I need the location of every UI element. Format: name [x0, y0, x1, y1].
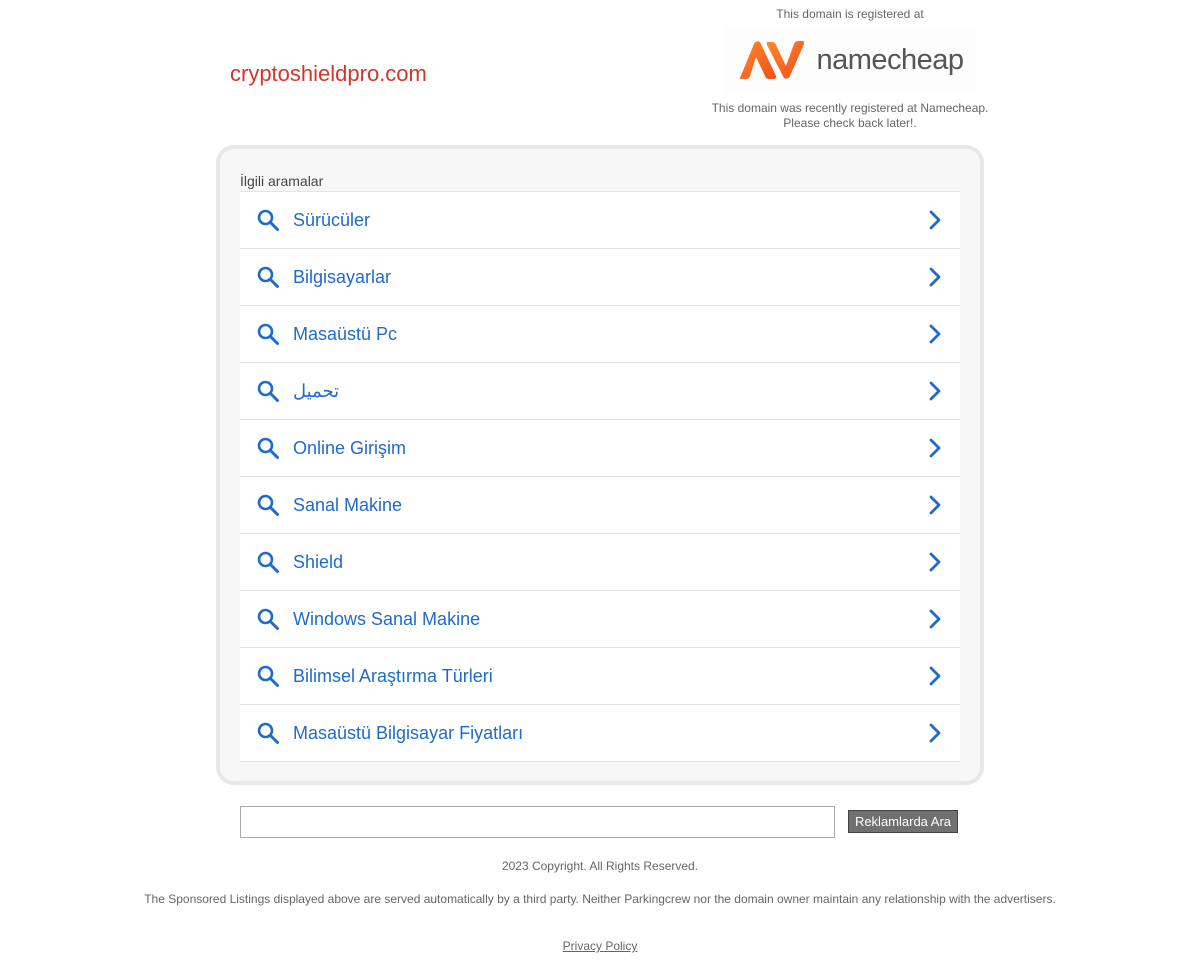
- related-search-item[interactable]: تحميل: [240, 363, 960, 420]
- search-icon: [257, 380, 279, 402]
- related-search-label: Masaüstü Pc: [293, 323, 398, 344]
- related-search-label: Shield: [293, 551, 344, 572]
- search-icon: [257, 323, 279, 345]
- related-searches-list: Sürücüler Bilgisayarlar Masaüstü Pc تحمي…: [240, 191, 960, 762]
- search-icon: [257, 551, 279, 573]
- related-search-label: Windows Sanal Makine: [293, 608, 481, 629]
- namecheap-logo[interactable]: namecheap: [725, 27, 975, 93]
- registrar-message: This domain was recently registered at N…: [700, 101, 1000, 131]
- registrar-message-line1: This domain was recently registered at N…: [711, 101, 989, 115]
- chevron-right-icon: [929, 267, 941, 287]
- related-search-label: Masaüstü Bilgisayar Fiyatları: [293, 722, 524, 743]
- related-searches-panel: İlgili aramalar Sürücüler Bilgisayarlar …: [216, 145, 984, 785]
- related-search-label: Bilimsel Araştırma Türleri: [293, 665, 493, 686]
- registrar-label: This domain is registered at: [776, 7, 924, 21]
- copyright-text: 2023 Copyright. All Rights Reserved.: [501, 859, 699, 873]
- related-search-item[interactable]: Sanal Makine: [240, 477, 960, 534]
- search-icon: [257, 437, 279, 459]
- related-search-label: Sürücüler: [293, 209, 371, 230]
- related-search-item[interactable]: Bilgisayarlar: [240, 249, 960, 306]
- search-icon: [257, 266, 279, 288]
- search-icon: [257, 209, 279, 231]
- chevron-right-icon: [929, 552, 941, 572]
- related-search-item[interactable]: Masaüstü Pc: [240, 306, 960, 363]
- chevron-right-icon: [929, 210, 941, 230]
- domain-name-link[interactable]: cryptoshieldpro.com: [230, 61, 427, 87]
- namecheap-logo-icon: [740, 41, 805, 79]
- chevron-right-icon: [929, 381, 941, 401]
- ad-search-button[interactable]: Reklamlarda Ara: [848, 810, 958, 833]
- chevron-right-icon: [929, 723, 941, 743]
- related-search-label: Bilgisayarlar: [293, 266, 392, 287]
- privacy-policy: Privacy Policy: [0, 939, 1200, 953]
- chevron-right-icon: [929, 324, 941, 344]
- search-icon: [257, 494, 279, 516]
- chevron-right-icon: [929, 609, 941, 629]
- registrar-box: This domain is registered at namecheap T…: [700, 7, 1000, 131]
- sponsored-disclaimer: The Sponsored Listings displayed above a…: [144, 892, 1056, 906]
- search-icon: [257, 608, 279, 630]
- namecheap-wordmark: namecheap: [816, 43, 964, 76]
- ad-search-input[interactable]: [240, 806, 835, 838]
- search-icon: [257, 665, 279, 687]
- related-search-item[interactable]: Online Girişim: [240, 420, 960, 477]
- chevron-right-icon: [929, 666, 941, 686]
- related-search-item[interactable]: Bilimsel Araştırma Türleri: [240, 648, 960, 705]
- related-search-label: Online Girişim: [293, 437, 407, 458]
- chevron-right-icon: [929, 495, 941, 515]
- related-search-item[interactable]: Masaüstü Bilgisayar Fiyatları: [240, 705, 960, 762]
- related-search-label: Sanal Makine: [293, 494, 403, 515]
- registrar-message-line2: Please check back later!.: [783, 116, 917, 130]
- related-search-item[interactable]: Windows Sanal Makine: [240, 591, 960, 648]
- chevron-right-icon: [929, 438, 941, 458]
- related-search-item[interactable]: Sürücüler: [240, 192, 960, 249]
- privacy-policy-link[interactable]: Privacy Policy: [563, 939, 638, 953]
- related-searches-title: İlgili aramalar: [240, 173, 324, 189]
- search-icon: [257, 722, 279, 744]
- related-search-label: تحميل: [293, 380, 340, 401]
- related-search-item[interactable]: Shield: [240, 534, 960, 591]
